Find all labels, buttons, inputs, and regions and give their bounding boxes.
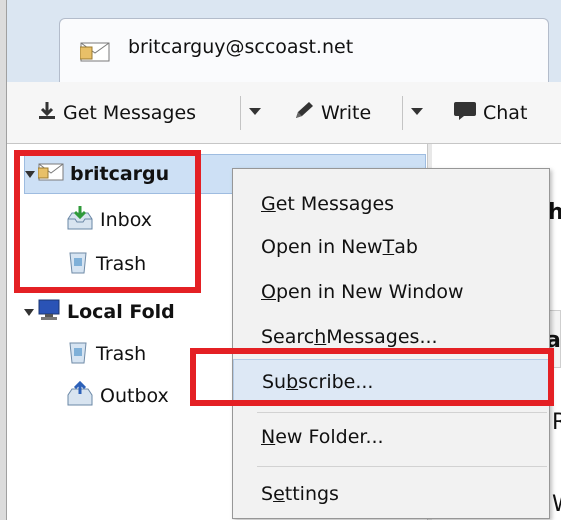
tab-account[interactable]: britcarguy@sccoast.net [59,18,549,82]
chat-label: Chat [483,102,528,124]
expand-twisty-icon[interactable] [24,308,34,316]
menu-separator [257,466,547,467]
write-button[interactable]: Write [293,82,371,144]
get-messages-button[interactable]: Get Messages [37,82,196,144]
menu-item-open-in-new-window[interactable]: Open in New Window [233,269,549,315]
get-messages-label: Get Messages [63,102,197,124]
message-pane-text: W [552,492,561,517]
menu-separator [257,412,547,413]
menu-item-new-folder[interactable]: New Folder... [233,414,549,460]
menu-item-settings[interactable]: Se ttings [233,471,549,517]
write-dropdown-caret[interactable] [411,108,423,115]
window-left-edge [0,0,7,520]
main-toolbar: Get Messages Write Chat [7,82,561,144]
envelope-icon [79,41,110,67]
get-messages-dropdown-caret[interactable] [249,108,261,115]
trash-icon [66,339,90,370]
menu-item-open-in-new-tab[interactable]: Open in New Tab [233,224,549,270]
local-trash-label: Trash [96,343,147,365]
toolbar-separator [402,96,403,130]
computer-icon [37,298,61,327]
local-folders-row[interactable]: Local Fold [24,292,224,332]
highlight-box-account [14,150,201,293]
menu-item-get-messages[interactable]: Get Messages [233,181,549,227]
tab-title: britcarguy@sccoast.net [128,36,354,58]
outbox-icon [66,380,94,412]
outbox-label: Outbox [100,385,169,407]
chat-button[interactable]: Chat [453,82,527,144]
toolbar-separator [240,96,241,130]
highlight-box-subscribe [190,348,554,406]
write-label: Write [321,102,372,124]
chat-bubble-icon [453,101,483,126]
download-icon [37,101,63,126]
folder-context-menu: Get Messages Open in New Tab Open in New… [232,168,550,519]
message-pane-text: R [552,410,561,435]
pencil-icon [293,101,321,126]
local-folders-label: Local Fold [67,301,175,323]
title-bar: britcarguy@sccoast.net [7,0,561,82]
